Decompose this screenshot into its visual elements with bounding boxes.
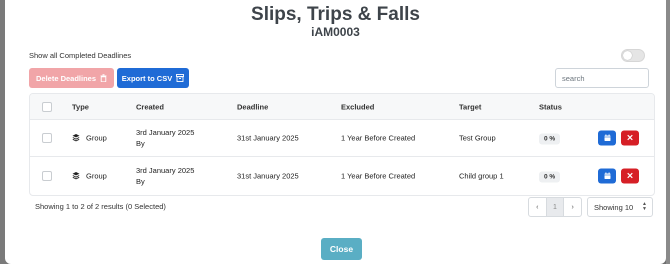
created-by: By bbox=[136, 176, 145, 186]
export-csv-label: Export to CSV bbox=[121, 73, 173, 83]
select-all-checkbox[interactable] bbox=[42, 101, 52, 112]
close-button[interactable]: Close bbox=[321, 238, 362, 260]
created-cell: 3rd January 2025 By bbox=[136, 165, 194, 187]
show-completed-toggle[interactable] bbox=[621, 49, 645, 62]
type-label: Group bbox=[86, 171, 107, 180]
toggle-knob bbox=[623, 51, 632, 60]
row-checkbox[interactable] bbox=[42, 170, 52, 181]
deadlines-table: Type Created Deadline Excluded Target St… bbox=[29, 93, 655, 196]
current-page-button[interactable]: 1 bbox=[545, 198, 565, 216]
archive-icon bbox=[176, 74, 185, 82]
header-status[interactable]: Status bbox=[539, 102, 562, 111]
delete-deadlines-label: Delete Deadlines bbox=[35, 73, 97, 83]
search-input[interactable] bbox=[555, 68, 649, 88]
table-row: Group 3rd January 2025 By 31st January 2… bbox=[30, 157, 654, 194]
excluded-cell: 1 Year Before Created bbox=[341, 133, 416, 142]
pagination: ‹ 1 › bbox=[528, 197, 582, 217]
type-label: Group bbox=[86, 133, 107, 142]
edit-button[interactable] bbox=[598, 168, 616, 183]
created-date: 3rd January 2025 bbox=[136, 165, 195, 175]
status-cell: 0 % bbox=[539, 171, 561, 182]
header-target[interactable]: Target bbox=[459, 102, 481, 111]
excluded-cell: 1 Year Before Created bbox=[341, 171, 416, 180]
deadlines-modal: Slips, Trips & Falls iAM0003 Show all Co… bbox=[5, 0, 666, 264]
trash-icon bbox=[100, 74, 107, 82]
header-excluded[interactable]: Excluded bbox=[341, 102, 374, 111]
prev-page-button[interactable]: ‹ bbox=[529, 198, 546, 216]
export-csv-button[interactable]: Export to CSV bbox=[117, 68, 189, 88]
table-row: Group 3rd January 2025 By 31st January 2… bbox=[30, 119, 654, 157]
close-icon bbox=[627, 172, 633, 179]
status-badge: 0 % bbox=[539, 171, 561, 182]
header-deadline[interactable]: Deadline bbox=[237, 102, 268, 111]
background-scrollbar bbox=[666, 0, 670, 264]
calendar-icon bbox=[604, 134, 610, 141]
created-cell: 3rd January 2025 By bbox=[136, 127, 194, 149]
modal-title: Slips, Trips & Falls bbox=[251, 4, 420, 25]
created-by: By bbox=[136, 138, 145, 148]
header-created[interactable]: Created bbox=[136, 102, 164, 111]
results-summary: Showing 1 to 2 of 2 results (0 Selected) bbox=[35, 202, 166, 211]
target-cell: Child group 1 bbox=[459, 171, 504, 180]
type-cell: Group bbox=[72, 171, 107, 180]
delete-button[interactable] bbox=[621, 130, 639, 145]
close-icon bbox=[627, 134, 633, 141]
per-page-label: Showing 10 bbox=[594, 202, 634, 212]
deadline-cell: 31st January 2025 bbox=[237, 133, 299, 142]
status-cell: 0 % bbox=[539, 133, 561, 144]
created-date: 3rd January 2025 bbox=[136, 127, 195, 137]
next-page-button[interactable]: › bbox=[564, 198, 581, 216]
deadline-cell: 31st January 2025 bbox=[237, 171, 299, 180]
status-badge: 0 % bbox=[539, 133, 561, 144]
delete-button[interactable] bbox=[621, 168, 639, 183]
layers-icon bbox=[72, 172, 80, 180]
show-completed-label: Show all Completed Deadlines bbox=[29, 51, 132, 60]
table-header: Type Created Deadline Excluded Target St… bbox=[30, 94, 654, 120]
edit-button[interactable] bbox=[598, 130, 616, 145]
chevron-updown-icon: ▲ ▼ bbox=[642, 201, 647, 212]
layers-icon bbox=[72, 134, 80, 142]
header-type[interactable]: Type bbox=[72, 102, 89, 111]
calendar-icon bbox=[604, 172, 610, 179]
delete-deadlines-button[interactable]: Delete Deadlines bbox=[29, 68, 114, 88]
type-cell: Group bbox=[72, 133, 107, 142]
target-cell: Test Group bbox=[459, 133, 496, 142]
row-checkbox[interactable] bbox=[42, 132, 52, 143]
modal-subtitle: iAM0003 bbox=[311, 25, 360, 39]
per-page-select[interactable]: Showing 10 ▲ ▼ bbox=[587, 197, 653, 217]
